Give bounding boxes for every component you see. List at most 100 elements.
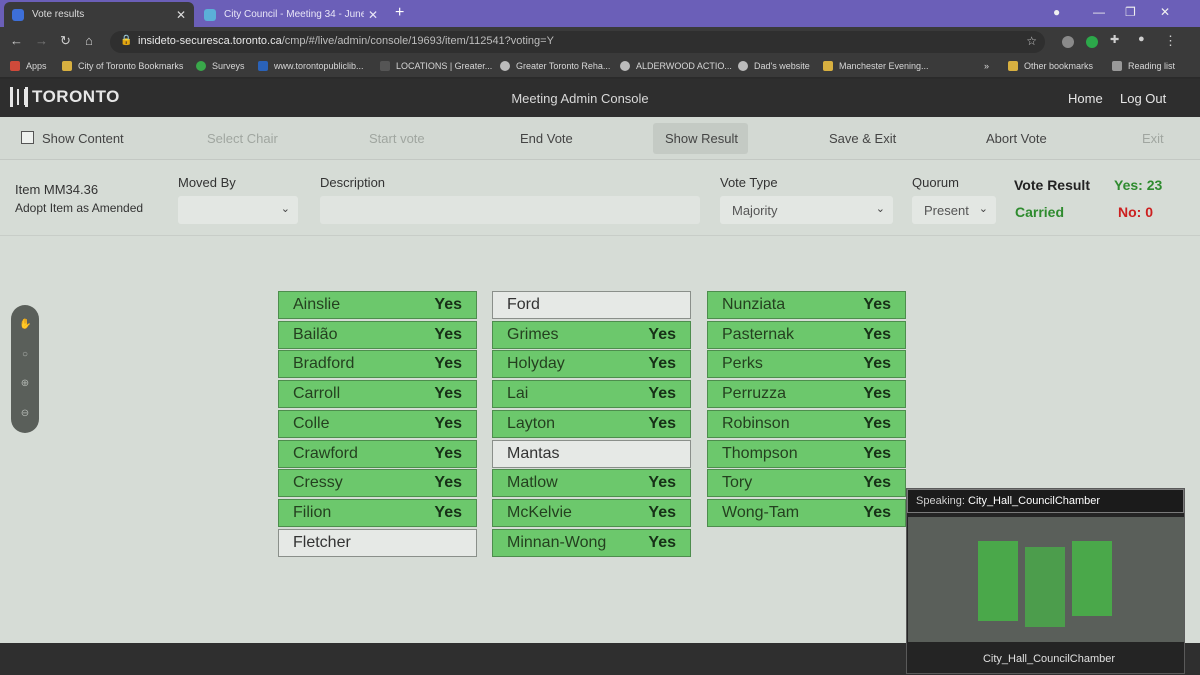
councillor-vote-row[interactable]: Grimes Yes: [492, 320, 691, 349]
vote-value: Yes: [434, 503, 462, 521]
folder-icon: [1008, 61, 1018, 71]
zoom-in-icon[interactable]: ⊕: [19, 378, 31, 390]
show-content-label[interactable]: Show Content: [42, 131, 124, 146]
councillor-vote-row[interactable]: Colle Yes: [278, 409, 477, 438]
item-info-bar: Item MM34.36 Adopt Item as Amended Moved…: [0, 161, 1200, 236]
councillor-vote-row[interactable]: Crawford Yes: [278, 439, 477, 468]
bookmark-manchester-evening[interactable]: Manchester Evening...: [823, 61, 929, 71]
bookmark-greater-toronto-rehab[interactable]: Greater Toronto Reha...: [500, 61, 610, 71]
councillor-name: Bailão: [293, 325, 338, 343]
councillor-vote-row[interactable]: Perks Yes: [707, 350, 906, 379]
extension-icon[interactable]: [1062, 36, 1074, 48]
councillor-vote-row[interactable]: Tory Yes: [707, 469, 906, 498]
councillor-vote-row[interactable]: Carroll Yes: [278, 380, 477, 409]
councillor-vote-row[interactable]: Matlow Yes: [492, 469, 691, 498]
bookmark-other[interactable]: Other bookmarks: [1008, 61, 1093, 71]
councillor-vote-row[interactable]: Fletcher: [278, 528, 477, 557]
bookmarks-bar: Apps City of Toronto Bookmarks Surveys w…: [0, 56, 1200, 78]
abort-vote-button[interactable]: Abort Vote: [986, 131, 1047, 146]
quorum-label: Quorum: [912, 175, 959, 190]
star-bookmark-icon[interactable]: ☆: [1026, 34, 1037, 48]
close-tab-icon[interactable]: ✕: [368, 8, 378, 22]
councillor-vote-row[interactable]: Bradford Yes: [278, 350, 477, 379]
show-result-button[interactable]: Show Result: [665, 131, 738, 146]
councillor-name: Minnan-Wong: [507, 533, 607, 551]
councillor-vote-row[interactable]: Layton Yes: [492, 409, 691, 438]
page-icon: [380, 61, 390, 71]
councillor-vote-row[interactable]: Robinson Yes: [707, 409, 906, 438]
councillor-vote-row[interactable]: Thompson Yes: [707, 439, 906, 468]
tab-label: City Council - Meeting 34 - June 8: [224, 9, 364, 20]
hand-pan-icon[interactable]: ✋: [19, 319, 31, 331]
zoom-out-icon[interactable]: ⊖: [19, 408, 31, 420]
vote-value: Yes: [863, 444, 891, 462]
chevron-down-icon: ⌄: [875, 203, 885, 215]
description-input[interactable]: [320, 196, 700, 224]
quorum-select[interactable]: Present ⌄: [912, 196, 996, 224]
maximize-icon[interactable]: ❐: [1125, 5, 1136, 19]
councillor-name: Robinson: [722, 414, 790, 432]
councillor-vote-row[interactable]: Ford: [492, 291, 691, 319]
chevron-down-icon: ⌄: [978, 203, 988, 215]
home-link[interactable]: Home: [1068, 91, 1103, 106]
show-content-checkbox[interactable]: [21, 131, 34, 144]
save-exit-button[interactable]: Save & Exit: [829, 131, 896, 146]
vote-value: Yes: [863, 296, 891, 313]
bookmark-alderwood[interactable]: ALDERWOOD ACTIO...: [620, 61, 732, 71]
toronto-logo[interactable]: TORONTO: [10, 87, 120, 107]
bookmark-apps[interactable]: Apps: [10, 61, 47, 71]
bookmark-locations[interactable]: LOCATIONS | Greater...: [380, 61, 492, 71]
bookmark-reading-list[interactable]: Reading list: [1112, 61, 1175, 71]
bookmark-city-of-toronto[interactable]: City of Toronto Bookmarks: [62, 61, 183, 71]
councillor-vote-row[interactable]: Filion Yes: [278, 498, 477, 527]
address-bar[interactable]: 🔒 insideto-securesca.toronto.ca/cmp/#/li…: [110, 31, 1045, 53]
start-vote-button[interactable]: Start vote: [369, 131, 425, 146]
councillor-vote-row[interactable]: Cressy Yes: [278, 469, 477, 498]
councillor-vote-row[interactable]: Ainslie Yes: [278, 291, 477, 319]
page-favicon-icon: [12, 8, 24, 21]
profile-icon[interactable]: ●: [1053, 5, 1060, 19]
councillor-vote-row[interactable]: Perruzza Yes: [707, 380, 906, 409]
speaking-video-panel[interactable]: Speaking: City_Hall_CouncilChamber City_…: [906, 488, 1185, 674]
browser-navbar: ← → ↻ ⌂ 🔒 insideto-securesca.toronto.ca/…: [0, 27, 1200, 56]
back-icon[interactable]: ←: [10, 33, 23, 48]
close-tab-icon[interactable]: ✕: [176, 8, 186, 22]
bookmark-dads-website[interactable]: Dad's website: [738, 61, 810, 71]
councillor-vote-row[interactable]: Holyday Yes: [492, 350, 691, 379]
page-favicon-icon: [204, 8, 216, 21]
end-vote-button[interactable]: End Vote: [520, 131, 573, 146]
bookmark-toronto-public-library[interactable]: www.torontopubliclib...: [258, 61, 364, 71]
close-window-icon[interactable]: ✕: [1160, 5, 1170, 19]
councillor-vote-row[interactable]: Bailão Yes: [278, 320, 477, 349]
councillor-vote-row[interactable]: McKelvie Yes: [492, 498, 691, 527]
forward-icon[interactable]: →: [35, 33, 48, 48]
home-icon[interactable]: ⌂: [85, 33, 93, 48]
vote-type-select[interactable]: Majority ⌄: [720, 196, 893, 224]
vote-value: Yes: [863, 414, 891, 432]
bookmarks-overflow-chevron-icon[interactable]: »: [984, 61, 989, 71]
tab-vote-results[interactable]: Vote results ✕: [4, 2, 194, 27]
extension-green-icon[interactable]: [1086, 36, 1098, 48]
menu-kebab-icon[interactable]: ⋮: [1164, 33, 1177, 49]
councillor-vote-row[interactable]: Minnan-Wong Yes: [492, 528, 691, 557]
minimize-icon[interactable]: —: [1093, 5, 1105, 19]
new-tab-icon[interactable]: +: [395, 4, 404, 22]
tab-city-council[interactable]: City Council - Meeting 34 - June 8 ✕: [196, 2, 386, 27]
select-chair-button[interactable]: Select Chair: [207, 131, 278, 146]
puzzle-extensions-icon[interactable]: ✚: [1110, 33, 1119, 46]
moved-by-select[interactable]: ⌄: [178, 196, 298, 224]
logout-link[interactable]: Log Out: [1120, 91, 1166, 106]
reset-icon[interactable]: ○: [19, 349, 31, 361]
councillor-vote-row[interactable]: Nunziata Yes: [707, 291, 906, 319]
item-subtitle: Adopt Item as Amended: [15, 201, 144, 215]
councillor-vote-row[interactable]: Pasternak Yes: [707, 320, 906, 349]
councillor-vote-row[interactable]: Lai Yes: [492, 380, 691, 409]
folder-icon: [62, 61, 72, 71]
bookmark-surveys[interactable]: Surveys: [196, 61, 245, 71]
councillor-vote-row[interactable]: Wong-Tam Yes: [707, 498, 906, 527]
councillor-vote-row[interactable]: Mantas: [492, 439, 691, 468]
exit-button[interactable]: Exit: [1142, 131, 1164, 146]
account-icon[interactable]: ●: [1138, 33, 1145, 45]
reload-icon[interactable]: ↻: [60, 33, 71, 49]
city-hall-logo-icon: [10, 87, 28, 107]
